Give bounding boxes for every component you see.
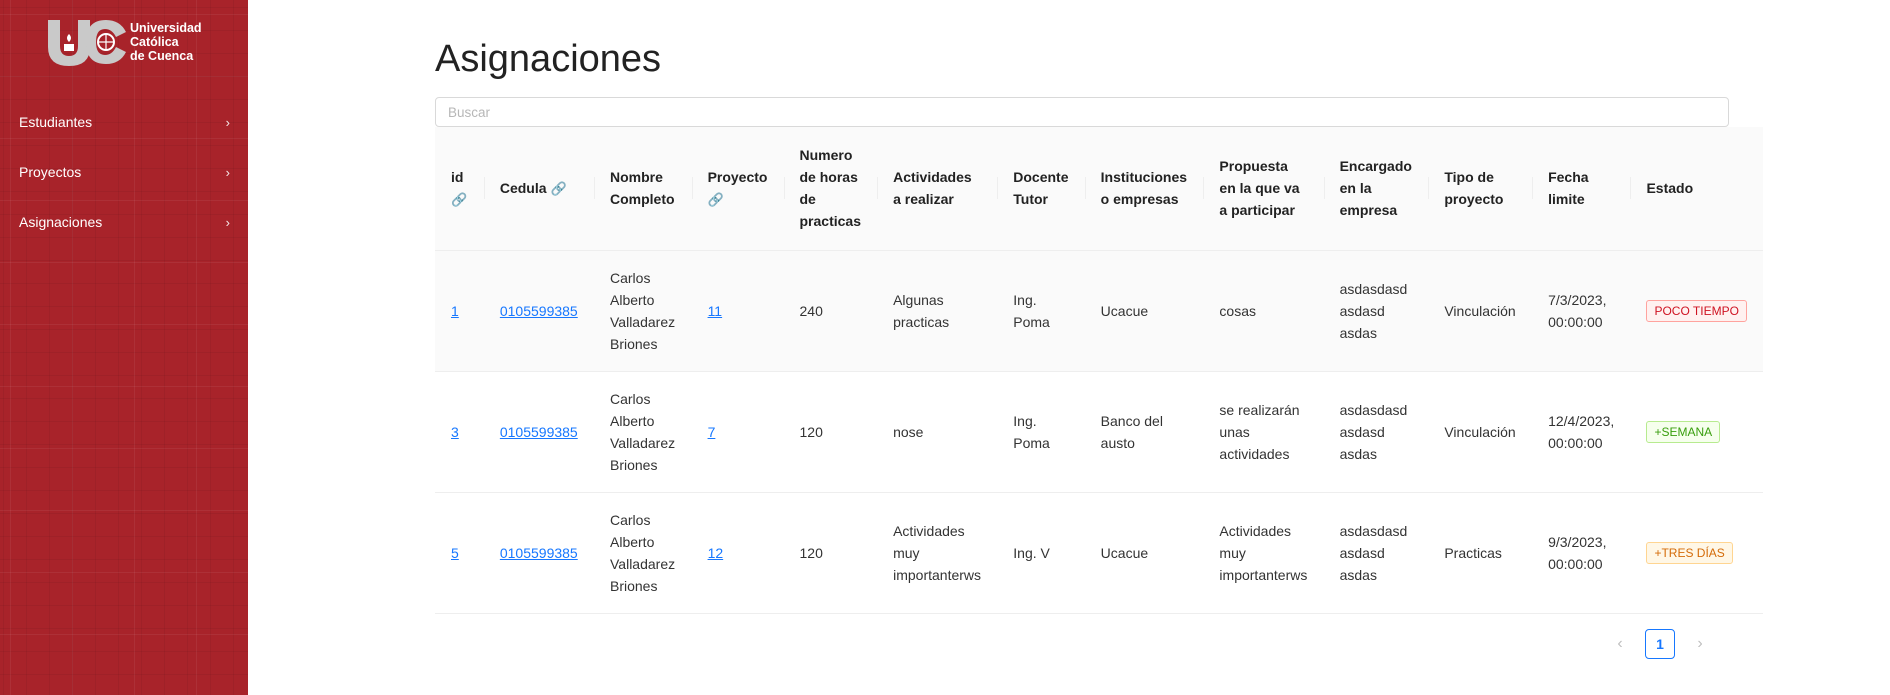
proyecto-link[interactable]: 7 bbox=[708, 424, 716, 440]
cell-institucion: Ucacue bbox=[1100, 544, 1149, 561]
cell-actividades: nose bbox=[893, 423, 924, 440]
sidebar-item-label: Proyectos bbox=[19, 164, 82, 180]
column-header-cedula[interactable]: Cedula 🔗 bbox=[484, 127, 594, 250]
cell-id: 3 bbox=[435, 371, 484, 492]
cell-actividades: Algunas practicas bbox=[893, 291, 950, 330]
cedula-link[interactable]: 0105599385 bbox=[500, 424, 578, 440]
status-badge: +SEMANA bbox=[1646, 421, 1721, 443]
cell-encargado: asdasdasd asdasd asdas bbox=[1339, 280, 1408, 341]
sidebar-item-label: Asignaciones bbox=[19, 214, 103, 230]
cell-horas: 120 bbox=[799, 544, 823, 561]
cell-nombre: Carlos Alberto Valladarez Briones bbox=[610, 269, 676, 352]
cell-nombre: Carlos Alberto Valladarez Briones bbox=[610, 511, 676, 594]
cell-encargado: asdasdasd asdasd asdas bbox=[1339, 401, 1408, 462]
cell-docente: Ing. Poma bbox=[1013, 291, 1050, 330]
sidebar-nav: Estudiantes › Proyectos › Asignaciones › bbox=[0, 97, 248, 247]
cell-id: 5 bbox=[435, 492, 484, 613]
sidebar-item-asignaciones[interactable]: Asignaciones › bbox=[0, 197, 248, 247]
cell-tipo: Vinculación bbox=[1444, 302, 1516, 319]
cedula-link[interactable]: 0105599385 bbox=[500, 303, 578, 319]
cell-propuesta: se realizarán unas actividades bbox=[1219, 401, 1300, 462]
cell-cedula: 0105599385 bbox=[484, 371, 594, 492]
cell-horas: 240 bbox=[799, 302, 823, 319]
chevron-right-icon: › bbox=[225, 114, 230, 130]
id-link[interactable]: 3 bbox=[451, 424, 459, 440]
column-header-tipo: Tipo de proyecto bbox=[1428, 127, 1532, 250]
column-header-fecha: Fecha limite bbox=[1532, 127, 1630, 250]
uc-logo-icon bbox=[48, 20, 126, 66]
link-icon: 🔗 bbox=[550, 180, 567, 196]
cedula-link[interactable]: 0105599385 bbox=[500, 545, 578, 561]
assignments-table: id 🔗 Cedula 🔗 Nombre Completo Proyecto 🔗 N… bbox=[435, 127, 1763, 614]
prev-page-icon[interactable]: ‹ bbox=[1609, 635, 1631, 653]
table-row: 3 0105599385 Carlos Alberto Valladarez B… bbox=[435, 371, 1763, 492]
cell-fecha: 12/4/2023, 00:00:00 bbox=[1548, 412, 1615, 451]
sidebar-item-label: Estudiantes bbox=[19, 114, 93, 130]
cell-encargado: asdasdasd asdasd asdas bbox=[1339, 522, 1408, 583]
cell-institucion: Ucacue bbox=[1100, 302, 1149, 319]
logo-line: de Cuenca bbox=[130, 49, 194, 63]
pagination: ‹ 1 › bbox=[1609, 629, 1711, 659]
cell-institucion: Banco del austo bbox=[1100, 412, 1163, 451]
cell-propuesta: cosas bbox=[1219, 302, 1256, 319]
header-row: id 🔗 Cedula 🔗 Nombre Completo Proyecto 🔗 N… bbox=[435, 127, 1763, 250]
cell-docente: Ing. V bbox=[1013, 544, 1050, 561]
column-header-actividades: Actividades a realizar bbox=[877, 127, 997, 250]
cell-id: 1 bbox=[435, 250, 484, 371]
logo-line: Católica bbox=[130, 35, 179, 49]
cell-cedula: 0105599385 bbox=[484, 250, 594, 371]
cell-proyecto: 7 bbox=[692, 371, 784, 492]
cell-horas: 120 bbox=[799, 423, 823, 440]
cell-fecha: 9/3/2023, 00:00:00 bbox=[1548, 533, 1607, 572]
status-badge: POCO TIEMPO bbox=[1646, 300, 1747, 322]
cell-proyecto: 11 bbox=[692, 250, 784, 371]
table-body: 1 0105599385 Carlos Alberto Valladarez B… bbox=[435, 250, 1763, 613]
search-input[interactable] bbox=[435, 97, 1729, 127]
next-page-icon[interactable]: › bbox=[1689, 635, 1711, 653]
column-header-estado: Estado bbox=[1630, 127, 1763, 250]
id-link[interactable]: 5 bbox=[451, 545, 459, 561]
cell-proyecto: 12 bbox=[692, 492, 784, 613]
logo-line: Universidad bbox=[130, 21, 202, 35]
id-link[interactable]: 1 bbox=[451, 303, 459, 319]
university-logo[interactable]: Universidad Católica de Cuenca bbox=[42, 16, 202, 68]
university-name: Universidad Católica de Cuenca bbox=[130, 21, 202, 63]
cell-actividades: Actividades muy importanterws bbox=[893, 522, 982, 583]
cell-propuesta: Actividades muy importanterws bbox=[1219, 522, 1308, 583]
sidebar-item-estudiantes[interactable]: Estudiantes › bbox=[0, 97, 248, 147]
column-header-propuesta: Propuesta en la que va a participar bbox=[1203, 127, 1323, 250]
page-1-button[interactable]: 1 bbox=[1645, 629, 1675, 659]
cell-cedula: 0105599385 bbox=[484, 492, 594, 613]
cell-nombre: Carlos Alberto Valladarez Briones bbox=[610, 390, 676, 473]
column-header-docente: Docente Tutor bbox=[997, 127, 1084, 250]
table-row: 5 0105599385 Carlos Alberto Valladarez B… bbox=[435, 492, 1763, 613]
proyecto-link[interactable]: 12 bbox=[708, 545, 724, 561]
page-title: Asignaciones bbox=[435, 38, 662, 80]
link-icon: 🔗 bbox=[707, 191, 724, 207]
cell-tipo: Vinculación bbox=[1444, 423, 1516, 440]
table-header: id 🔗 Cedula 🔗 Nombre Completo Proyecto 🔗 N… bbox=[435, 127, 1763, 250]
sidebar-item-proyectos[interactable]: Proyectos › bbox=[0, 147, 248, 197]
column-header-encargado: Encargado en la empresa bbox=[1324, 127, 1429, 250]
status-badge: +TRES DÍAS bbox=[1646, 542, 1733, 564]
column-header-instituciones: Instituciones o empresas bbox=[1085, 127, 1204, 250]
cell-fecha: 7/3/2023, 00:00:00 bbox=[1548, 291, 1607, 330]
proyecto-link[interactable]: 11 bbox=[708, 303, 723, 319]
cell-docente: Ing. Poma bbox=[1013, 412, 1050, 451]
sidebar: Universidad Católica de Cuenca Estudiant… bbox=[0, 0, 248, 695]
cell-estado: POCO TIEMPO bbox=[1630, 250, 1763, 371]
table-row: 1 0105599385 Carlos Alberto Valladarez B… bbox=[435, 250, 1763, 371]
column-header-nombre: Nombre Completo bbox=[594, 127, 692, 250]
cell-estado: +TRES DÍAS bbox=[1630, 492, 1763, 613]
cell-estado: +SEMANA bbox=[1630, 371, 1763, 492]
column-header-proyecto[interactable]: Proyecto 🔗 bbox=[692, 127, 784, 250]
column-header-horas: Numero de horas de practicas bbox=[784, 127, 878, 250]
chevron-right-icon: › bbox=[225, 214, 230, 230]
link-icon: 🔗 bbox=[451, 191, 468, 207]
column-header-id[interactable]: id 🔗 bbox=[435, 127, 484, 250]
chevron-right-icon: › bbox=[225, 164, 230, 180]
cell-tipo: Practicas bbox=[1444, 544, 1502, 561]
